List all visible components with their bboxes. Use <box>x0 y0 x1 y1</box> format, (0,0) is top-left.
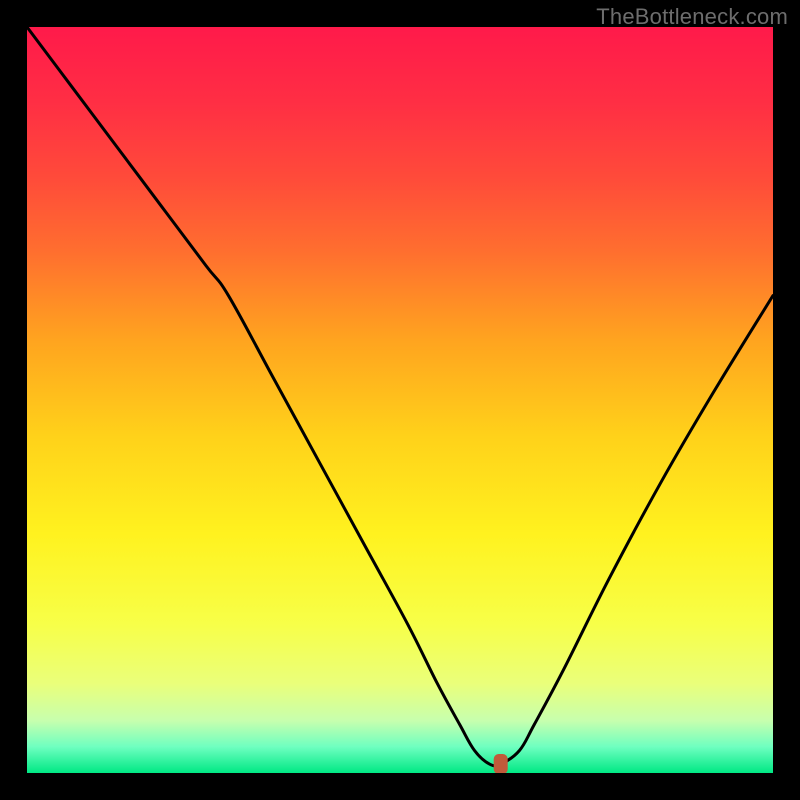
gradient-background <box>27 27 773 773</box>
bottleneck-chart <box>27 27 773 773</box>
optimum-marker <box>494 754 508 773</box>
plot-area <box>27 27 773 773</box>
chart-frame: TheBottleneck.com <box>0 0 800 800</box>
